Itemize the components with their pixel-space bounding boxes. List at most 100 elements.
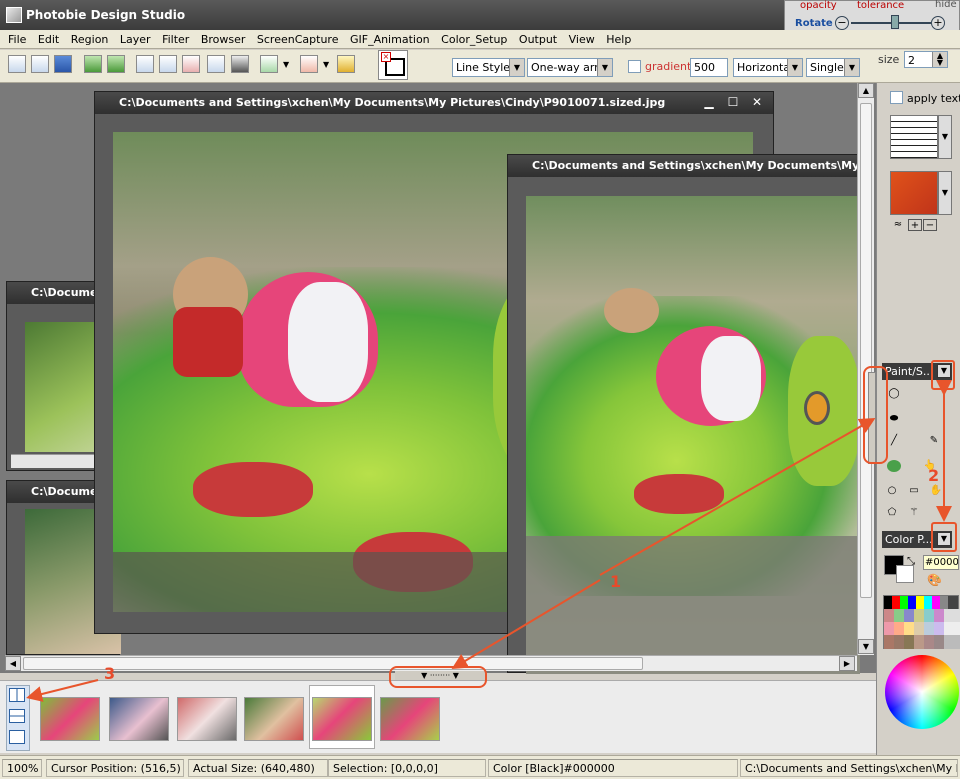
delete-icon[interactable] xyxy=(182,55,200,73)
minus-icon[interactable]: − xyxy=(923,219,937,231)
line-tool-icon[interactable]: ╱ xyxy=(887,435,901,447)
apply-texture-label: apply textu xyxy=(907,92,960,105)
chevron-down-icon[interactable]: ▼ xyxy=(787,59,802,76)
chevron-down-icon[interactable]: ▼ xyxy=(597,59,612,76)
zoom-in-dropdown-icon[interactable]: ▼ xyxy=(283,60,289,69)
brush-icon[interactable]: ✎ xyxy=(927,435,941,447)
paste-icon[interactable] xyxy=(207,55,225,73)
menu-view[interactable]: View xyxy=(561,30,595,46)
menu-screencapture[interactable]: ScreenCapture xyxy=(249,30,339,46)
menu-file[interactable]: File xyxy=(0,30,26,46)
image-window-second[interactable]: C:\Documents and Settings\xchen\My Docum… xyxy=(507,154,860,674)
actual-size-status: Actual Size: (640,480) xyxy=(188,759,328,777)
menu-gif-animation[interactable]: GIF_Animation xyxy=(342,30,430,46)
gradient-value-input[interactable]: 500 xyxy=(690,58,728,77)
thumbnail-2[interactable] xyxy=(109,697,169,741)
save-icon[interactable] xyxy=(54,55,72,73)
gradient-checkbox[interactable] xyxy=(628,60,641,73)
rotate-minus-button[interactable]: − xyxy=(835,16,849,30)
tile-vertical-icon[interactable] xyxy=(9,688,25,702)
menu-region[interactable]: Region xyxy=(63,30,109,46)
size-value: 2 xyxy=(908,54,915,67)
rounded-rect-icon[interactable]: ▭ xyxy=(907,485,921,497)
annotation-label-3: 3 xyxy=(104,664,116,683)
tile-horizontal-icon[interactable] xyxy=(9,709,25,723)
paste-special-icon[interactable] xyxy=(231,55,249,73)
ellipse-fill-icon[interactable]: ⬬ xyxy=(887,413,901,425)
scroll-right-button[interactable]: ▶ xyxy=(839,656,855,671)
menu-browser[interactable]: Browser xyxy=(193,30,246,46)
annotation-color-dropdown-highlight xyxy=(931,522,957,552)
scroll-left-button[interactable]: ◀ xyxy=(5,656,21,671)
polygon-lasso-icon[interactable]: ⬠ xyxy=(885,507,899,519)
menu-color-setup[interactable]: Color_Setup xyxy=(433,30,507,46)
zoom-out-dropdown-icon[interactable]: ▼ xyxy=(323,60,329,69)
color-wheel[interactable] xyxy=(885,655,959,729)
new-file-icon[interactable] xyxy=(8,55,26,73)
magic-wand-icon[interactable]: ⚚ xyxy=(907,507,921,519)
rotate-panel: opacity tolerance hide Rotate − + xyxy=(784,0,960,33)
selection-status: Selection: [0,0,0,0] xyxy=(328,759,486,777)
line-pattern-swatch[interactable] xyxy=(890,115,938,159)
size-spinner[interactable]: 2 ▲ ▼ xyxy=(904,51,948,68)
palette-icon[interactable]: 🎨 xyxy=(927,573,942,587)
mode-select[interactable]: Single ▼ xyxy=(806,58,860,77)
vertical-scroll-thumb[interactable] xyxy=(860,103,872,598)
thumbnail-1[interactable] xyxy=(40,697,100,741)
zoom-status: 100% xyxy=(2,759,42,777)
chevron-down-icon[interactable]: ▼ xyxy=(938,115,952,159)
redo-icon[interactable] xyxy=(107,55,125,73)
ellipse-outline-icon[interactable]: ◯ xyxy=(887,388,901,400)
chevron-down-icon[interactable]: ▼ xyxy=(938,171,952,215)
fill-tool-icon[interactable] xyxy=(887,460,901,472)
color-palette-grid[interactable] xyxy=(883,595,960,649)
zoom-fit-icon[interactable] xyxy=(337,55,355,73)
menu-output[interactable]: Output xyxy=(511,30,557,46)
thumbnail-4[interactable] xyxy=(244,697,304,741)
horizontal-scroll-thumb[interactable] xyxy=(23,657,643,670)
app-logo-icon xyxy=(6,7,22,23)
zoom-in-icon[interactable] xyxy=(260,55,278,73)
menu-edit[interactable]: Edit xyxy=(30,30,59,46)
hand-icon[interactable]: ✋ xyxy=(929,485,943,497)
close-button[interactable]: ✕ xyxy=(749,95,765,110)
color-swatch-icon[interactable]: × xyxy=(378,50,408,80)
cascade-icon[interactable] xyxy=(9,730,25,744)
scroll-up-button[interactable]: ▲ xyxy=(858,83,874,98)
copy-icon[interactable] xyxy=(159,55,177,73)
color-hex-input[interactable]: #0000 xyxy=(923,555,959,570)
orientation-select[interactable]: Horizonta ▼ xyxy=(733,58,803,77)
plus-icon[interactable]: + xyxy=(908,219,922,231)
maximize-button[interactable]: ☐ xyxy=(725,95,741,110)
undo-icon[interactable] xyxy=(84,55,102,73)
background-color-swatch[interactable] xyxy=(896,565,914,583)
arrow-style-select[interactable]: One-way arro ▼ xyxy=(527,58,613,77)
image-window-second-title: C:\Documents and Settings\xchen\My Docum… xyxy=(508,155,858,177)
line-style-select[interactable]: Line Style ▼ xyxy=(452,58,525,77)
menu-help[interactable]: Help xyxy=(598,30,631,46)
thumbnail-3[interactable] xyxy=(177,697,237,741)
scroll-down-button[interactable]: ▼ xyxy=(858,639,874,654)
annotation-label-2: 2 xyxy=(928,466,940,485)
spinner-arrows-icon[interactable]: ▲ ▼ xyxy=(932,52,947,67)
menu-filter[interactable]: Filter xyxy=(154,30,189,46)
swap-colors-icon[interactable]: ⤡ xyxy=(907,556,915,567)
wave-icon[interactable]: ≈ xyxy=(891,219,905,231)
rotate-plus-button[interactable]: + xyxy=(931,16,945,30)
minimize-button[interactable]: ▁ xyxy=(701,95,717,110)
thumbnail-5-selected[interactable] xyxy=(312,697,372,741)
crop-icon[interactable] xyxy=(136,55,154,73)
arrow-style-value: One-way arro xyxy=(531,61,606,74)
circle-shape-icon[interactable]: ○ xyxy=(885,485,899,497)
chevron-down-icon[interactable]: ▼ xyxy=(509,59,524,76)
chevron-down-icon[interactable]: ▼ xyxy=(844,59,859,76)
apply-texture-checkbox[interactable] xyxy=(890,91,903,104)
mode-value: Single xyxy=(810,61,844,74)
zoom-out-icon[interactable] xyxy=(300,55,318,73)
open-file-icon[interactable] xyxy=(31,55,49,73)
menu-layer[interactable]: Layer xyxy=(112,30,151,46)
texture-pattern-swatch[interactable] xyxy=(890,171,938,215)
thumbnail-6[interactable] xyxy=(380,697,440,741)
rotate-slider-thumb[interactable] xyxy=(891,15,899,29)
annotation-splitter-highlight xyxy=(863,366,888,464)
